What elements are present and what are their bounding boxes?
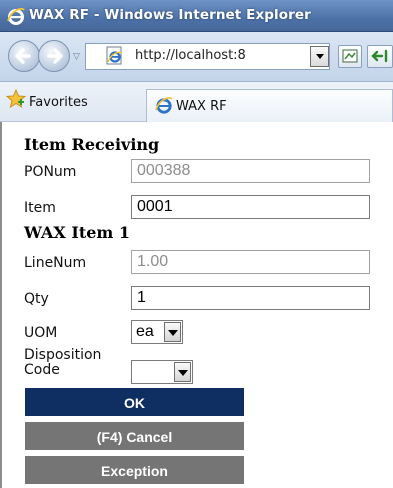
favorites-label[interactable]: Favorites: [29, 95, 88, 110]
ok-button[interactable]: OK: [24, 387, 245, 417]
internet-explorer-icon: [155, 97, 173, 114]
chevron-down-icon[interactable]: [164, 322, 181, 342]
favorites-star-icon: [6, 89, 26, 108]
disposition-code-label: Disposition Code: [24, 348, 101, 378]
favorites-bar: Favorites WAX RF: [0, 82, 393, 122]
section-title-wax-item: WAX Item 1: [24, 223, 131, 242]
window-title-bar: WAX RF - Windows Internet Explorer: [0, 0, 393, 32]
linenum-field: 1.00: [131, 250, 370, 274]
ie-page-icon: [106, 46, 123, 65]
page-content: Item Receiving PONum 000388 Item 0001 WA…: [0, 122, 393, 488]
uom-label: UOM: [24, 325, 58, 341]
exception-button[interactable]: Exception: [24, 455, 245, 485]
address-dropdown-button[interactable]: [310, 46, 329, 67]
address-text[interactable]: http://localhost:8: [135, 48, 246, 63]
navigation-bar: ▽ http://localhost:8: [0, 32, 393, 82]
back-button[interactable]: [8, 40, 40, 72]
section-title-item-receiving: Item Receiving: [24, 135, 160, 154]
linenum-label: LineNum: [24, 255, 87, 271]
forward-arrow-icon: [47, 48, 63, 64]
uom-select[interactable]: ea: [131, 320, 183, 344]
compatibility-view-icon: [342, 49, 358, 63]
compatibility-view-button[interactable]: [338, 45, 362, 68]
back-arrow-icon: [15, 48, 31, 64]
window-title: WAX RF - Windows Internet Explorer: [29, 7, 311, 23]
disposition-label-line1: Disposition: [24, 347, 102, 363]
chevron-down-icon[interactable]: [174, 362, 191, 382]
tab-label[interactable]: WAX RF: [176, 99, 227, 114]
disposition-code-select[interactable]: [131, 360, 193, 384]
disposition-label-line2: Code: [24, 362, 60, 378]
qty-label: Qty: [24, 291, 49, 307]
uom-select-value: ea: [136, 323, 154, 340]
item-field[interactable]: 0001: [131, 195, 370, 219]
internet-explorer-icon: [7, 8, 25, 25]
ponum-field: 000388: [131, 159, 370, 183]
recent-pages-dropdown-icon[interactable]: ▽: [73, 52, 80, 62]
ponum-label: PONum: [24, 164, 77, 180]
refresh-icon: [371, 49, 388, 63]
qty-field[interactable]: 1: [131, 286, 370, 310]
item-label: Item: [24, 200, 56, 216]
cancel-button[interactable]: (F4) Cancel: [24, 421, 245, 451]
refresh-button[interactable]: [367, 45, 393, 68]
forward-button[interactable]: [38, 40, 70, 72]
